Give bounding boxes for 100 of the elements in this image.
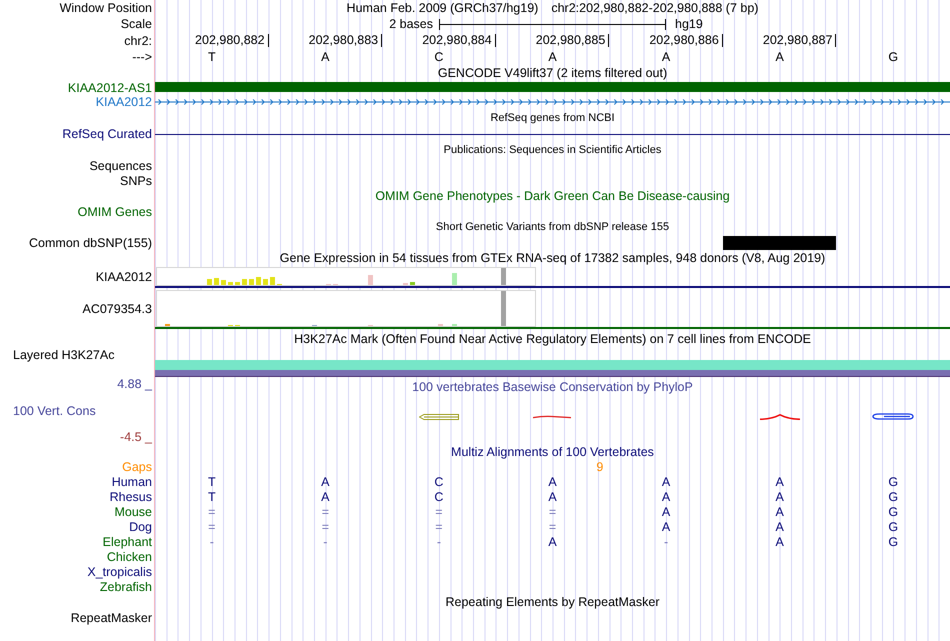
position-label: 202,980,886 xyxy=(649,34,723,47)
gap-count: 9 xyxy=(596,460,604,474)
base-letter: A xyxy=(662,50,670,64)
assembly-label: hg19 xyxy=(674,17,704,31)
intron-arrow-line[interactable] xyxy=(155,98,950,106)
track-label[interactable]: Elephant xyxy=(102,534,152,548)
track-label[interactable]: Common dbSNP(155) xyxy=(29,236,152,250)
track-label[interactable]: Dog xyxy=(129,520,152,534)
position-label: 202,980,882 xyxy=(195,34,269,47)
axis-label: -4.5 _ xyxy=(119,430,152,444)
track-title[interactable]: 100 vertebrates Basewise Conservation by PhyloP xyxy=(412,380,693,394)
alignment-base: A xyxy=(775,520,784,534)
loop-mark-icon xyxy=(872,413,914,420)
base-letter: A xyxy=(321,50,330,64)
scale-length: 2 bases xyxy=(388,17,434,31)
expression-bar[interactable] xyxy=(207,279,212,285)
track-title[interactable]: Gene Expression in 54 tissues from GTEx RNA-seq of 17382 samples, 948 donors (V8, Aug 2019) xyxy=(280,251,826,265)
axis-label: 4.88 _ xyxy=(116,377,152,391)
expression-bar[interactable] xyxy=(501,291,506,326)
expression-bar[interactable] xyxy=(452,273,457,285)
alignment-base: T xyxy=(208,490,216,504)
expression-bar[interactable] xyxy=(263,279,268,285)
alignment-base: G xyxy=(888,534,898,548)
base-letter: T xyxy=(208,50,216,64)
position-range: chr2:202,980,882-202,980,888 (7 bp) xyxy=(551,1,758,15)
track-label[interactable]: X_tropicalis xyxy=(87,564,152,578)
expression-bar[interactable] xyxy=(256,277,261,285)
track-title[interactable]: Multiz Alignments of 100 Vertebrates xyxy=(451,444,654,458)
base-letter: A xyxy=(775,50,784,64)
alignment-base: = xyxy=(435,504,443,518)
track-label[interactable]: KIAA2012-AS1 xyxy=(68,80,152,94)
alignment-base: - xyxy=(323,534,328,548)
peak-mark-icon xyxy=(760,414,800,420)
alignment-base: A xyxy=(775,474,784,488)
track-title[interactable]: Repeating Elements by RepeatMasker xyxy=(445,595,660,609)
expression-bar[interactable] xyxy=(501,268,506,285)
row-label: Scale xyxy=(120,17,152,31)
track-title[interactable]: Short Genetic Variants from dbSNP release 155 xyxy=(436,220,670,234)
track-title[interactable]: OMIM Gene Phenotypes - Dark Green Can Be Disease-causing xyxy=(375,189,730,203)
row-label: Window Position xyxy=(60,1,152,15)
track-label[interactable]: OMIM Genes xyxy=(78,204,152,218)
track-label[interactable]: AC079354.3 xyxy=(82,302,152,316)
alignment-base: G xyxy=(888,504,898,518)
track-label[interactable]: KIAA2012 xyxy=(96,95,152,109)
alignment-base: = xyxy=(322,504,329,518)
gene-bar[interactable] xyxy=(155,82,950,92)
assembly-name: Human Feb. 2009 (GRCh37/hg19) xyxy=(346,1,538,15)
expression-bar[interactable] xyxy=(214,278,219,285)
alignment-base: A xyxy=(548,474,557,488)
base-letter: A xyxy=(548,50,557,64)
alignment-base: = xyxy=(322,520,329,534)
alignment-base: = xyxy=(208,520,216,534)
row-label: ---> xyxy=(132,50,152,64)
alignment-base: A xyxy=(662,504,670,518)
track-label[interactable]: Mouse xyxy=(114,504,152,518)
expression-bar[interactable] xyxy=(221,280,226,285)
track-title[interactable]: Publications: Sequences in Scientific Articles xyxy=(444,143,662,157)
alignment-base: A xyxy=(775,490,784,504)
dash-mark-icon xyxy=(533,414,572,418)
alignment-base: A xyxy=(321,474,330,488)
expression-bar[interactable] xyxy=(242,279,247,285)
alignment-base: A xyxy=(548,534,557,548)
track-title[interactable]: H3K27Ac Mark (Often Found Near Active Regulatory Elements) on 7 cell lines from ENCODE xyxy=(294,332,811,346)
position-label: 202,980,885 xyxy=(536,34,610,47)
expression-bar[interactable] xyxy=(235,282,240,285)
expression-bar[interactable] xyxy=(249,279,254,285)
alignment-base: = xyxy=(435,520,443,534)
track-label[interactable]: SNPs xyxy=(120,174,152,188)
track-label[interactable]: Human xyxy=(112,474,152,488)
alignment-base: A xyxy=(548,490,557,504)
alignment-base: C xyxy=(434,474,444,488)
track-label[interactable]: Rhesus xyxy=(110,490,152,504)
alignment-base: A xyxy=(775,504,784,518)
track-label[interactable]: Zebrafish xyxy=(100,580,152,594)
base-letter: G xyxy=(888,50,898,64)
alignment-base: C xyxy=(434,490,444,504)
base-letter: C xyxy=(434,50,444,64)
alignment-base: G xyxy=(888,520,898,534)
alignment-base: A xyxy=(662,474,670,488)
track-title[interactable]: RefSeq genes from NCBI xyxy=(490,111,615,125)
position-label: 202,980,883 xyxy=(308,34,382,47)
variant-block[interactable] xyxy=(722,236,836,250)
track-label[interactable]: KIAA2012 xyxy=(96,270,152,284)
alignment-base: A xyxy=(662,520,670,534)
expression-bar[interactable] xyxy=(270,277,275,285)
alignment-base: A xyxy=(775,534,784,548)
expression-bar[interactable] xyxy=(410,282,415,285)
expression-bar[interactable] xyxy=(368,275,373,285)
expression-bar[interactable] xyxy=(228,282,233,285)
position-label: 202,980,884 xyxy=(422,34,496,47)
track-label[interactable]: Layered H3K27Ac xyxy=(13,349,114,362)
alignment-base: - xyxy=(436,534,441,548)
alignment-base: = xyxy=(548,504,556,518)
track-title[interactable]: GENCODE V49lift37 (2 items filtered out) xyxy=(438,66,668,80)
track-label[interactable]: Chicken xyxy=(106,550,152,564)
track-label[interactable]: 100 Vert. Cons xyxy=(13,404,152,418)
alignment-base: = xyxy=(208,504,216,518)
track-label[interactable]: Sequences xyxy=(89,158,152,172)
track-label[interactable]: RepeatMasker xyxy=(70,610,152,624)
track-label[interactable]: RefSeq Curated xyxy=(62,127,152,141)
